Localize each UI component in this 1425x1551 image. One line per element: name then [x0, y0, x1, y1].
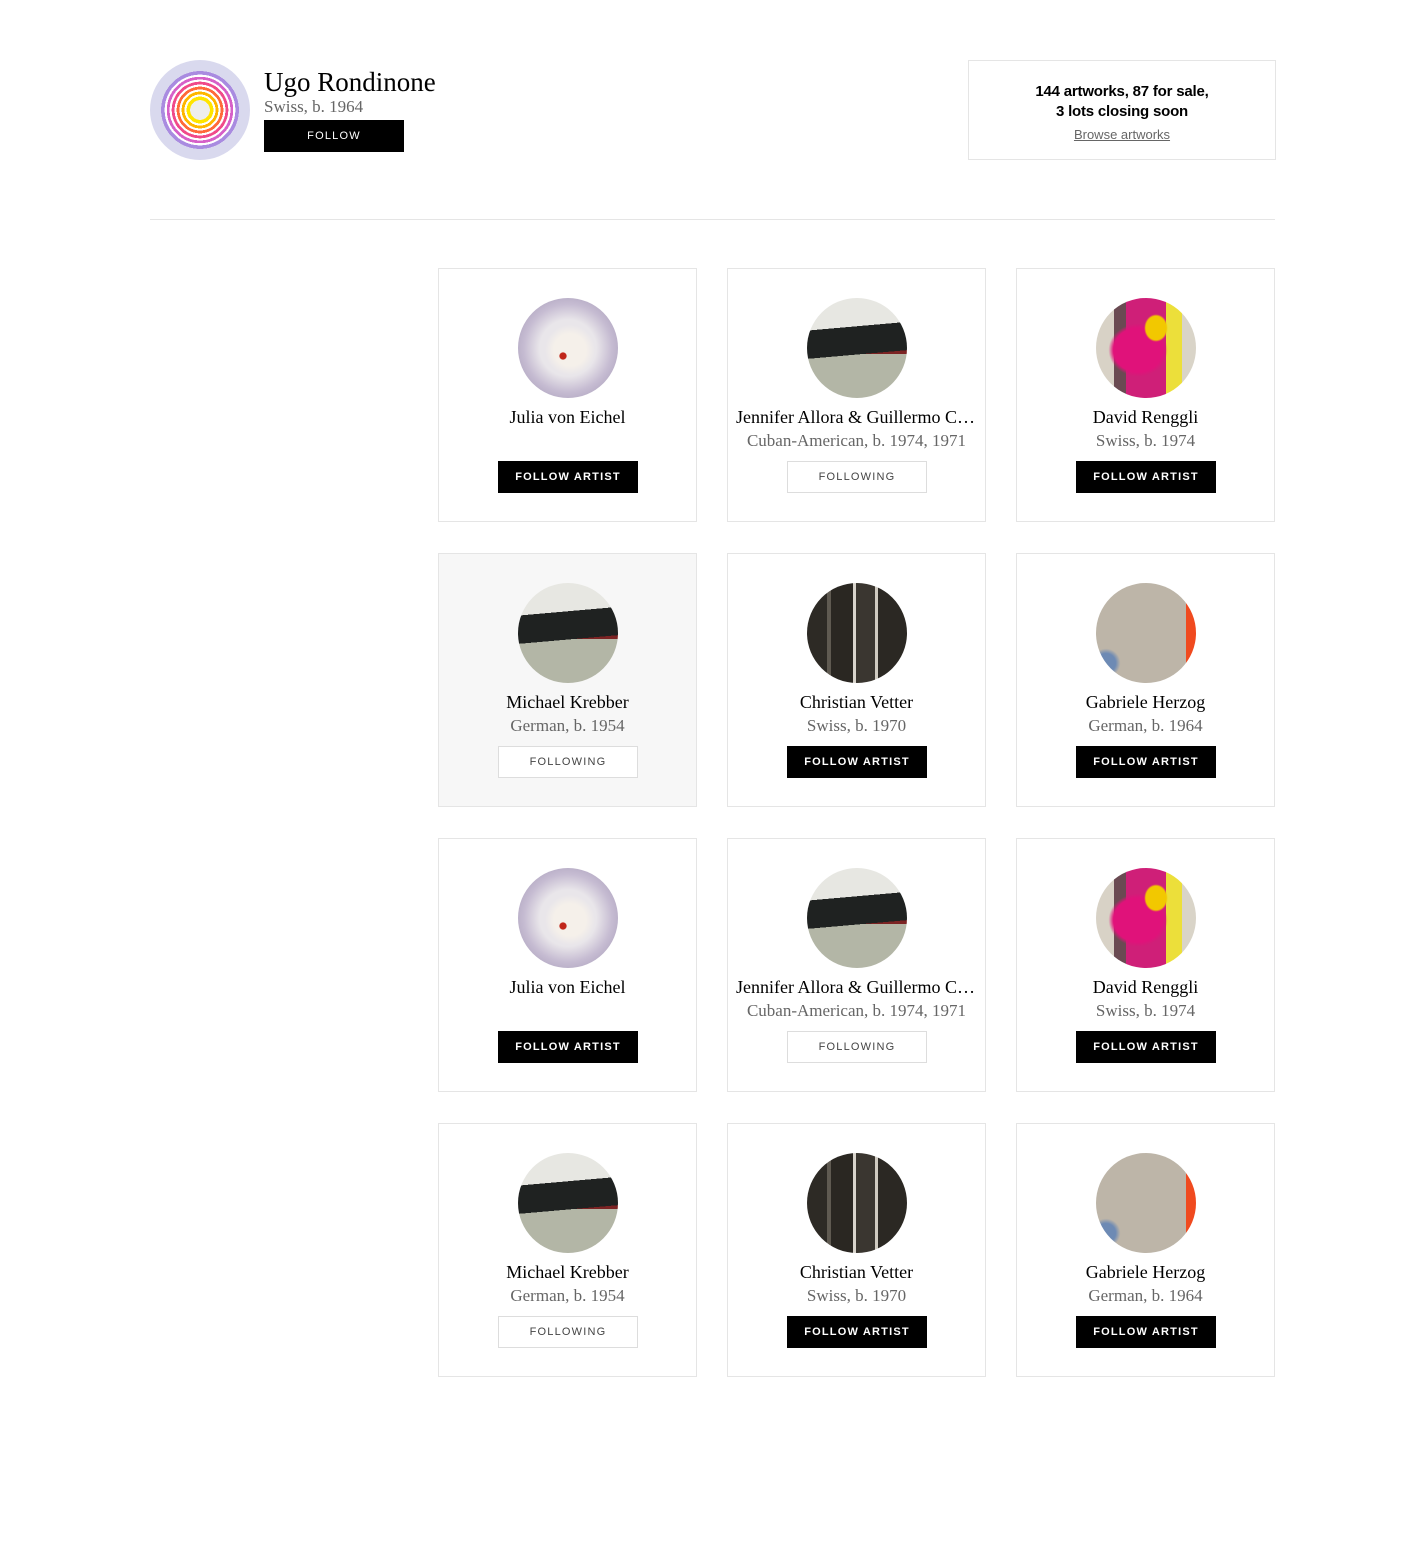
- artist-thumbnail[interactable]: [1096, 298, 1196, 398]
- artist-card-meta: Swiss, b. 1970: [806, 716, 907, 735]
- lots-closing-text: 3 lots closing soon: [1055, 103, 1189, 120]
- follow-artist-button[interactable]: FOLLOW ARTIST: [498, 1031, 638, 1063]
- following-button[interactable]: FOLLOWING: [498, 1316, 638, 1348]
- artist-card-meta: German, b. 1964: [1088, 1286, 1203, 1305]
- artist-card[interactable]: Gabriele Herzog German, b. 1964 FOLLOW A…: [1016, 553, 1275, 807]
- artist-thumbnail[interactable]: [1096, 583, 1196, 683]
- artist-card-name[interactable]: Gabriele Herzog: [1017, 1260, 1274, 1284]
- artist-card[interactable]: David Renggli Swiss, b. 1974 FOLLOW ARTI…: [1016, 838, 1275, 1092]
- artist-thumbnail[interactable]: [807, 298, 907, 398]
- artist-avatar: [150, 60, 250, 160]
- artist-thumbnail[interactable]: [1096, 868, 1196, 968]
- artist-thumbnail[interactable]: [1096, 1153, 1196, 1253]
- artist-card[interactable]: Michael Krebber German, b. 1954 FOLLOWIN…: [438, 553, 697, 807]
- artist-card-meta: German, b. 1964: [1088, 716, 1203, 735]
- following-button[interactable]: FOLLOWING: [498, 746, 638, 778]
- artist-thumbnail[interactable]: [518, 868, 618, 968]
- artist-card-meta: German, b. 1954: [510, 1286, 625, 1305]
- follow-artist-button[interactable]: FOLLOW ARTIST: [498, 461, 638, 493]
- artist-card-name[interactable]: Jennifer Allora & Guillermo Calzadilla: [728, 975, 985, 999]
- following-button[interactable]: FOLLOWING: [787, 1031, 927, 1063]
- artist-card-meta: Cuban-American, b. 1974, 1971: [746, 431, 967, 450]
- artist-card-meta: Swiss, b. 1970: [806, 1286, 907, 1305]
- artist-card-name[interactable]: Julia von Eichel: [439, 405, 696, 429]
- header-divider: [150, 219, 1275, 220]
- artist-card[interactable]: Christian Vetter Swiss, b. 1970 FOLLOW A…: [727, 553, 986, 807]
- artworks-summary-box: 144 artworks, 87 for sale, 3 lots closin…: [968, 60, 1276, 160]
- artist-thumbnail[interactable]: [518, 298, 618, 398]
- artist-card-name[interactable]: Gabriele Herzog: [1017, 690, 1274, 714]
- artist-card-name[interactable]: Jennifer Allora & Guillermo Calzadilla: [728, 405, 985, 429]
- artist-card-name[interactable]: Michael Krebber: [439, 1260, 696, 1284]
- follow-button[interactable]: FOLLOW: [264, 120, 404, 152]
- artist-card-meta: Swiss, b. 1974: [1095, 431, 1196, 450]
- artist-card-name[interactable]: Christian Vetter: [728, 690, 985, 714]
- artist-card[interactable]: Julia von Eichel FOLLOW ARTIST: [438, 838, 697, 1092]
- artist-card-name[interactable]: David Renggli: [1017, 975, 1274, 999]
- artist-thumbnail[interactable]: [807, 1153, 907, 1253]
- artist-card[interactable]: Michael Krebber German, b. 1954 FOLLOWIN…: [438, 1123, 697, 1377]
- artist-card-name[interactable]: David Renggli: [1017, 405, 1274, 429]
- related-artists-grid: Julia von Eichel FOLLOW ARTIST Jennifer …: [438, 268, 1276, 1377]
- artist-card[interactable]: Jennifer Allora & Guillermo Calzadilla C…: [727, 268, 986, 522]
- artist-card-name[interactable]: Julia von Eichel: [439, 975, 696, 999]
- artist-card[interactable]: Julia von Eichel FOLLOW ARTIST: [438, 268, 697, 522]
- artist-thumbnail[interactable]: [518, 583, 618, 683]
- artist-card[interactable]: Christian Vetter Swiss, b. 1970 FOLLOW A…: [727, 1123, 986, 1377]
- follow-artist-button[interactable]: FOLLOW ARTIST: [1076, 1316, 1216, 1348]
- artist-card[interactable]: David Renggli Swiss, b. 1974 FOLLOW ARTI…: [1016, 268, 1275, 522]
- artist-card-name[interactable]: Michael Krebber: [439, 690, 696, 714]
- artist-thumbnail[interactable]: [807, 868, 907, 968]
- artist-card-meta: Cuban-American, b. 1974, 1971: [746, 1001, 967, 1020]
- artist-thumbnail[interactable]: [807, 583, 907, 683]
- following-button[interactable]: FOLLOWING: [787, 461, 927, 493]
- follow-artist-button[interactable]: FOLLOW ARTIST: [1076, 746, 1216, 778]
- artist-card-name[interactable]: Christian Vetter: [728, 1260, 985, 1284]
- follow-artist-button[interactable]: FOLLOW ARTIST: [787, 1316, 927, 1348]
- artist-nationality-birth: Swiss, b. 1964: [264, 97, 364, 116]
- artist-name: Ugo Rondinone: [264, 67, 436, 97]
- artworks-count-text: 144 artworks, 87 for sale,: [1035, 83, 1209, 100]
- artist-thumbnail[interactable]: [518, 1153, 618, 1253]
- browse-artworks-link[interactable]: Browse artworks: [1074, 127, 1170, 142]
- follow-artist-button[interactable]: FOLLOW ARTIST: [787, 746, 927, 778]
- artist-card[interactable]: Jennifer Allora & Guillermo Calzadilla C…: [727, 838, 986, 1092]
- artist-header: Ugo Rondinone Swiss, b. 1964 FOLLOW 144 …: [150, 60, 1276, 160]
- artist-card[interactable]: Gabriele Herzog German, b. 1964 FOLLOW A…: [1016, 1123, 1275, 1377]
- artist-card-meta: Swiss, b. 1974: [1095, 1001, 1196, 1020]
- artist-card-meta: German, b. 1954: [510, 716, 625, 735]
- follow-artist-button[interactable]: FOLLOW ARTIST: [1076, 461, 1216, 493]
- follow-artist-button[interactable]: FOLLOW ARTIST: [1076, 1031, 1216, 1063]
